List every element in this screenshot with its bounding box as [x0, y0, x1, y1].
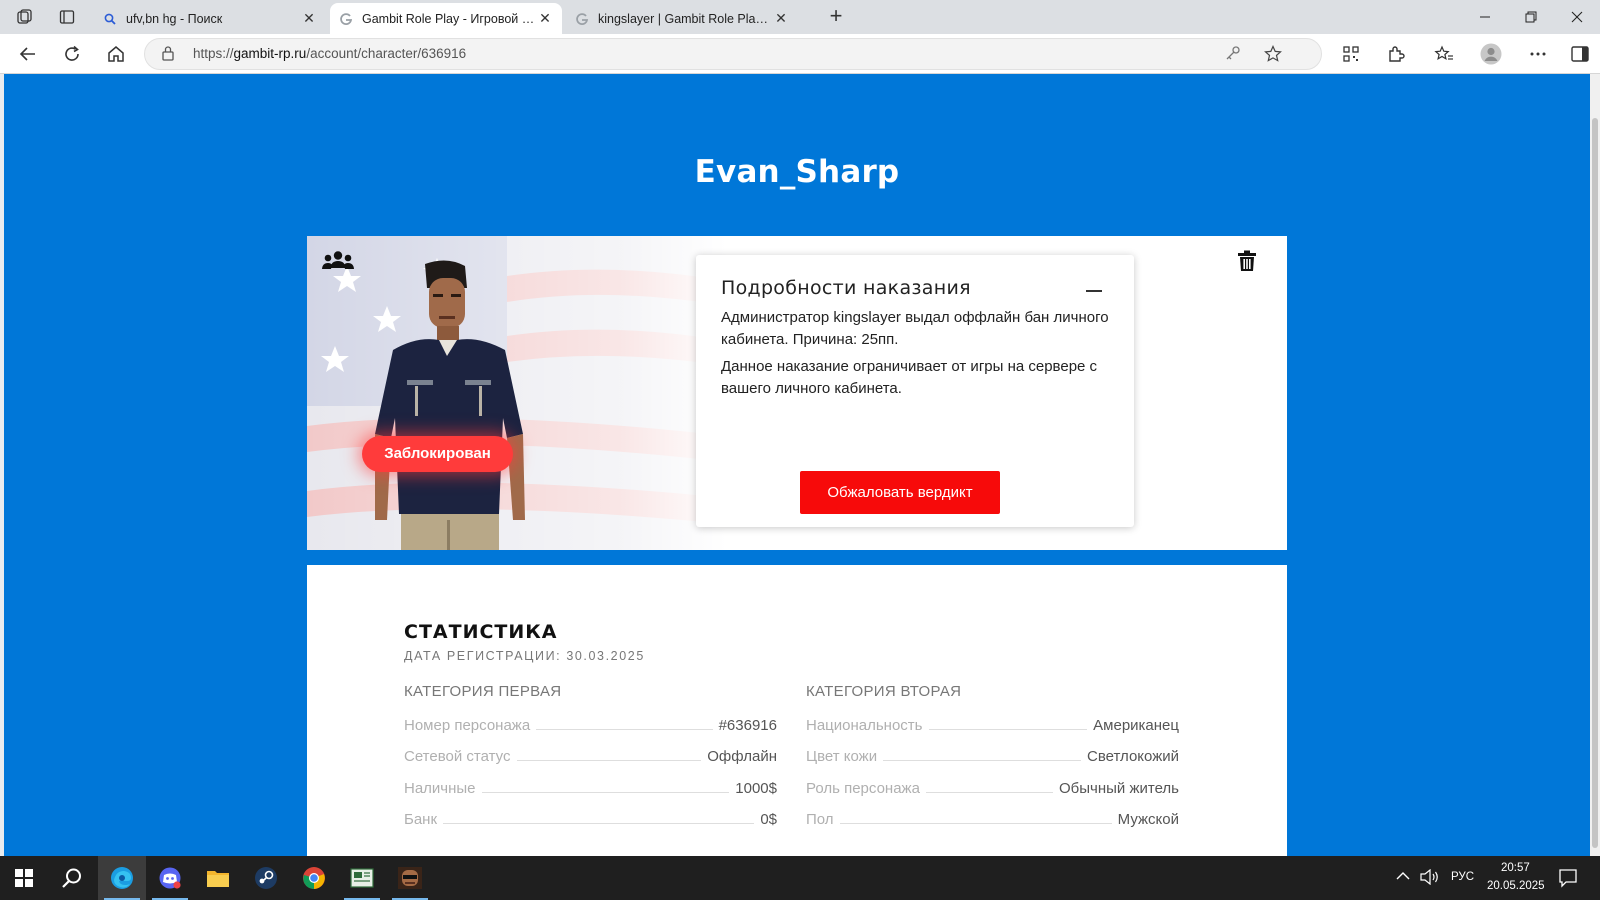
tab-title: kingslayer | Gambit Role Play - Форум	[598, 11, 772, 26]
stat-label: Наличные	[404, 780, 476, 797]
stat-row-character-number: Номер персонажа #636916	[404, 712, 777, 734]
home-icon[interactable]	[102, 40, 130, 68]
favorites-icon[interactable]	[1430, 40, 1458, 68]
more-options-icon[interactable]	[1524, 40, 1552, 68]
page-scrollbar[interactable]	[1590, 74, 1600, 856]
tab-actions-icon[interactable]	[56, 6, 78, 28]
statistics-card: СТАТИСТИКА ДАТА РЕГИСТРАЦИИ: 30.03.2025 …	[307, 565, 1287, 856]
close-window-button[interactable]	[1554, 0, 1600, 34]
tab-title: Gambit Role Play - Игровой проект	[362, 11, 536, 26]
workspaces-icon[interactable]	[14, 6, 36, 28]
stat-label: Номер персонажа	[404, 717, 531, 734]
stat-row-cash: Наличные 1000$	[404, 775, 777, 797]
stat-row-nationality: Национальность Американец	[806, 712, 1179, 734]
statistics-title: СТАТИСТИКА	[404, 621, 558, 643]
stat-row-skin-color: Цвет кожи Светлокожий	[806, 743, 1179, 765]
clock-date[interactable]: 20.05.2025	[1487, 880, 1545, 892]
gambit-logo-icon	[574, 11, 590, 27]
category-second-title: КАТЕГОРИЯ ВТОРАЯ	[806, 683, 962, 700]
show-hidden-icons-icon[interactable]	[1396, 871, 1410, 884]
site-info-icon[interactable]	[159, 45, 177, 63]
windows-start-icon[interactable]	[0, 856, 48, 900]
collapse-icon[interactable]	[1086, 277, 1102, 297]
stat-value: Обычный житель	[1059, 780, 1179, 797]
restore-button[interactable]	[1508, 0, 1554, 34]
stat-row-network-status: Сетевой статус Оффлайн	[404, 743, 777, 765]
extensions-icon[interactable]	[1382, 40, 1410, 68]
stat-label: Банк	[404, 811, 438, 828]
penalty-description: Администратор kingslayer выдал оффлайн б…	[721, 309, 1109, 348]
new-tab-button[interactable]: +	[824, 5, 848, 29]
edge-browser-icon[interactable]	[98, 856, 146, 900]
favorite-star-icon[interactable]	[1263, 45, 1283, 65]
chrome-icon[interactable]	[290, 856, 338, 900]
input-language[interactable]: РУС	[1451, 871, 1474, 883]
close-tab-icon[interactable]: ✕	[772, 10, 790, 27]
search-icon	[102, 11, 118, 27]
stat-row-bank: Банк 0$	[404, 806, 777, 828]
stat-value: #636916	[718, 717, 777, 734]
penalty-title: Подробности наказания	[721, 277, 971, 299]
scrollbar-thumb[interactable]	[1592, 118, 1598, 848]
gambit-logo-icon	[338, 11, 354, 27]
stat-row-gender: Пол Мужской	[806, 806, 1179, 828]
sidebar-toggle-icon[interactable]	[1566, 40, 1594, 68]
discord-icon[interactable]	[146, 856, 194, 900]
stat-label: Пол	[806, 811, 834, 828]
clock-time[interactable]: 20:57	[1501, 862, 1530, 874]
minimize-button[interactable]	[1462, 0, 1508, 34]
tab-gambit-project[interactable]: Gambit Role Play - Игровой проект ✕	[330, 3, 562, 34]
page-content: Evan_Sharp Заблокирован Подробности нака…	[4, 74, 1590, 856]
password-key-icon[interactable]	[1223, 45, 1243, 65]
url-text: https://gambit-rp.ru/account/character/6…	[193, 46, 467, 61]
penalty-restriction-note: Данное наказание ограничивает от игры на…	[721, 358, 1098, 397]
appeal-verdict-button[interactable]: Обжаловать вердикт	[800, 471, 1000, 514]
registration-date: ДАТА РЕГИСТРАЦИИ: 30.03.2025	[404, 649, 645, 663]
tab-title: ufv,bn hg - Поиск	[126, 11, 223, 26]
close-tab-icon[interactable]: ✕	[300, 10, 318, 27]
stat-value: Светлокожий	[1087, 748, 1179, 765]
tab-search[interactable]: ufv,bn hg - Поиск ✕	[94, 3, 326, 34]
qr-code-icon[interactable]	[1337, 40, 1365, 68]
character-skin-image	[375, 260, 525, 550]
address-bar[interactable]: https://gambit-rp.ru/account/character/6…	[144, 38, 1322, 70]
search-icon[interactable]	[48, 856, 96, 900]
stat-label: Сетевой статус	[404, 748, 511, 765]
character-card: Заблокирован Подробности наказания Админ…	[307, 236, 1287, 550]
browser-tab-strip: ufv,bn hg - Поиск ✕ Gambit Role Play - И…	[0, 0, 1600, 34]
stat-label: Цвет кожи	[806, 748, 878, 765]
steam-icon[interactable]	[242, 856, 290, 900]
tab-gambit-forum[interactable]: kingslayer | Gambit Role Play - Форум ✕	[566, 3, 798, 34]
stat-value: 1000$	[735, 780, 777, 797]
file-explorer-icon[interactable]	[194, 856, 242, 900]
character-name: Evan_Sharp	[694, 154, 900, 190]
gta-san-andreas-icon[interactable]	[386, 856, 434, 900]
launcher-app-icon[interactable]	[338, 856, 386, 900]
notifications-icon[interactable]	[1558, 868, 1578, 891]
profile-avatar-icon[interactable]	[1477, 40, 1505, 68]
category-first-title: КАТЕГОРИЯ ПЕРВАЯ	[404, 683, 562, 700]
stat-label: Национальность	[806, 717, 923, 734]
close-tab-icon[interactable]: ✕	[536, 10, 554, 27]
stat-label: Роль персонажа	[806, 780, 920, 797]
penalty-details-panel: Подробности наказания Администратор king…	[696, 255, 1134, 527]
trash-icon[interactable]	[1237, 250, 1257, 272]
browser-toolbar: https://gambit-rp.ru/account/character/6…	[0, 34, 1600, 74]
stat-value: Оффлайн	[707, 748, 777, 765]
stat-value: Американец	[1093, 717, 1179, 734]
volume-icon[interactable]	[1420, 868, 1440, 888]
stat-value: Мужской	[1117, 811, 1179, 828]
windows-taskbar: РУС 20:57 20.05.2025	[0, 856, 1600, 900]
stat-row-character-role: Роль персонажа Обычный житель	[806, 775, 1179, 797]
back-icon[interactable]	[14, 40, 42, 68]
refresh-icon[interactable]	[58, 40, 86, 68]
stat-value: 0$	[760, 811, 777, 828]
status-badge: Заблокирован	[362, 436, 513, 472]
